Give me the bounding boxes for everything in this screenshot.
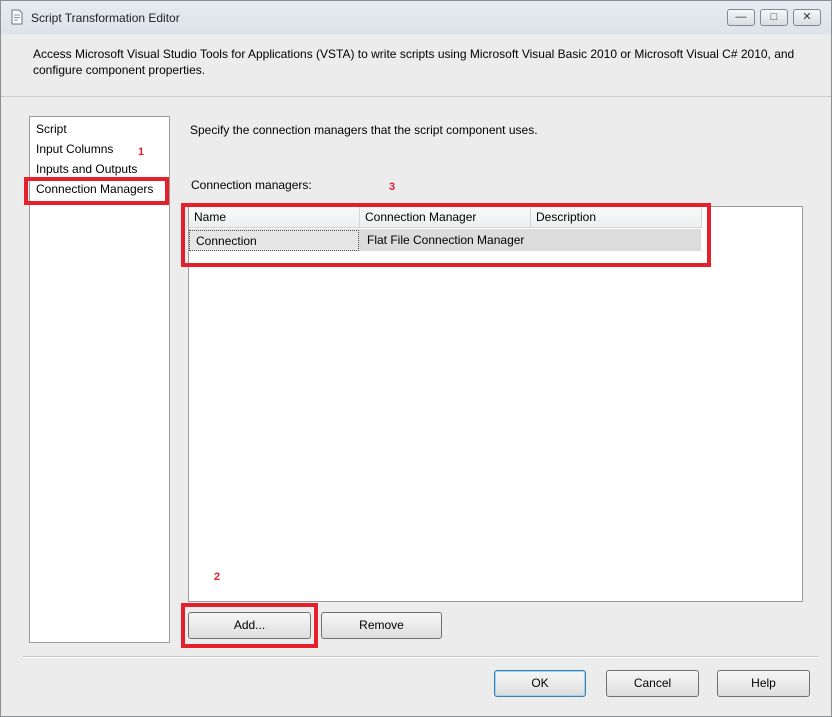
annotation-number: 2 xyxy=(214,571,221,583)
highlight-box-connection-managers xyxy=(24,177,169,205)
minimize-button[interactable]: — xyxy=(727,9,755,26)
remove-button[interactable]: Remove xyxy=(321,612,442,639)
close-button[interactable]: ✕ xyxy=(793,9,821,26)
highlight-box-grid xyxy=(181,203,711,267)
nav-item-script[interactable]: Script xyxy=(36,122,67,136)
title-bar[interactable]: Script Transformation Editor — □ ✕ xyxy=(1,1,831,34)
maximize-button[interactable]: □ xyxy=(760,9,788,26)
nav-item-inputs-and-outputs[interactable]: Inputs and Outputs xyxy=(36,162,137,176)
annotation-number: 3 xyxy=(389,181,396,193)
cancel-button[interactable]: Cancel xyxy=(606,670,699,697)
description-divider xyxy=(1,96,831,97)
connection-managers-label: Connection managers: xyxy=(191,178,312,192)
close-icon: ✕ xyxy=(802,11,812,23)
footer-divider xyxy=(23,656,819,657)
maximize-icon: □ xyxy=(770,11,778,23)
highlight-box-add xyxy=(181,603,318,648)
help-button[interactable]: Help xyxy=(717,670,810,697)
script-document-icon xyxy=(10,9,24,25)
ok-button[interactable]: OK xyxy=(494,670,586,697)
annotation-number: 1 xyxy=(138,146,145,158)
dialog-window: Script Transformation Editor — □ ✕ Acces… xyxy=(0,0,832,717)
window-title: Script Transformation Editor xyxy=(31,11,180,25)
minimize-icon: — xyxy=(735,11,747,23)
nav-item-input-columns[interactable]: Input Columns xyxy=(36,142,113,156)
instructions-text: Specify the connection managers that the… xyxy=(190,123,538,137)
dialog-description: Access Microsoft Visual Studio Tools for… xyxy=(33,47,795,77)
